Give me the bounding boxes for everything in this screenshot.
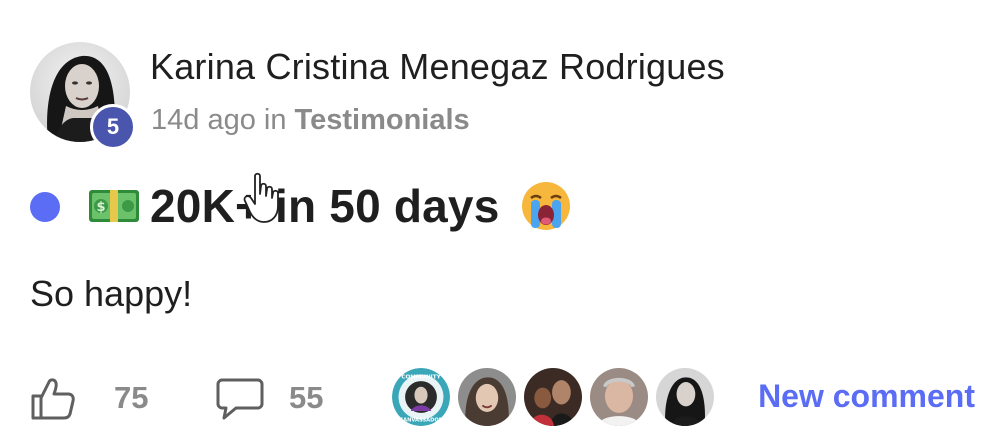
level-badge: 5 — [90, 104, 136, 150]
participant-avatar[interactable] — [654, 366, 716, 428]
post-header: 5 Karina Cristina Menegaz Rodrigues 14d … — [30, 42, 930, 152]
new-comment-button[interactable]: New comment — [758, 378, 975, 415]
post-time: 14d ago — [151, 104, 256, 136]
participant-avatar[interactable] — [456, 366, 518, 428]
category-link[interactable]: Testimonials — [295, 104, 470, 136]
participant-photo — [458, 368, 516, 426]
post-title: 20K+ in 50 days — [150, 180, 500, 232]
participant-photo — [590, 368, 648, 426]
post-title-row[interactable]: $ 20K+ in 50 days — [30, 176, 571, 236]
badge-bottom-text: CANVASSADOR — [399, 417, 442, 423]
comment-bubble-icon[interactable] — [216, 376, 264, 422]
meta-in-word: in — [263, 104, 287, 136]
comment-count: 55 — [289, 380, 324, 415]
participant-avatar[interactable] — [522, 366, 584, 428]
unread-dot-icon — [30, 192, 60, 222]
community-canvassador-badge-icon: COMMUNITY CANVASSADOR — [392, 368, 450, 426]
like-count: 75 — [114, 380, 149, 415]
author-avatar[interactable]: 5 — [30, 42, 136, 150]
post-body-text: So happy! — [30, 273, 193, 314]
author-name[interactable]: Karina Cristina Menegaz Rodrigues — [150, 46, 725, 88]
participant-avatar[interactable]: COMMUNITY CANVASSADOR — [390, 366, 452, 428]
hand-pointer-cursor-icon — [243, 172, 279, 223]
participant-avatar[interactable] — [588, 366, 650, 428]
participants-avatars[interactable]: COMMUNITY CANVASSADOR — [390, 366, 730, 428]
post-meta: 14d ago in Testimonials — [151, 104, 470, 137]
participant-photo — [656, 368, 714, 426]
money-with-wings-emoji: $ — [89, 190, 139, 222]
badge-top-text: COMMUNITY — [401, 374, 441, 380]
loudly-crying-face-emoji — [522, 182, 571, 230]
svg-text:$: $ — [96, 200, 105, 215]
post-footer: 75 55 COMMUNITY CANVASSADOR New comment — [30, 366, 975, 428]
participant-photo — [524, 368, 582, 426]
like-thumbs-up-icon[interactable] — [30, 376, 76, 420]
